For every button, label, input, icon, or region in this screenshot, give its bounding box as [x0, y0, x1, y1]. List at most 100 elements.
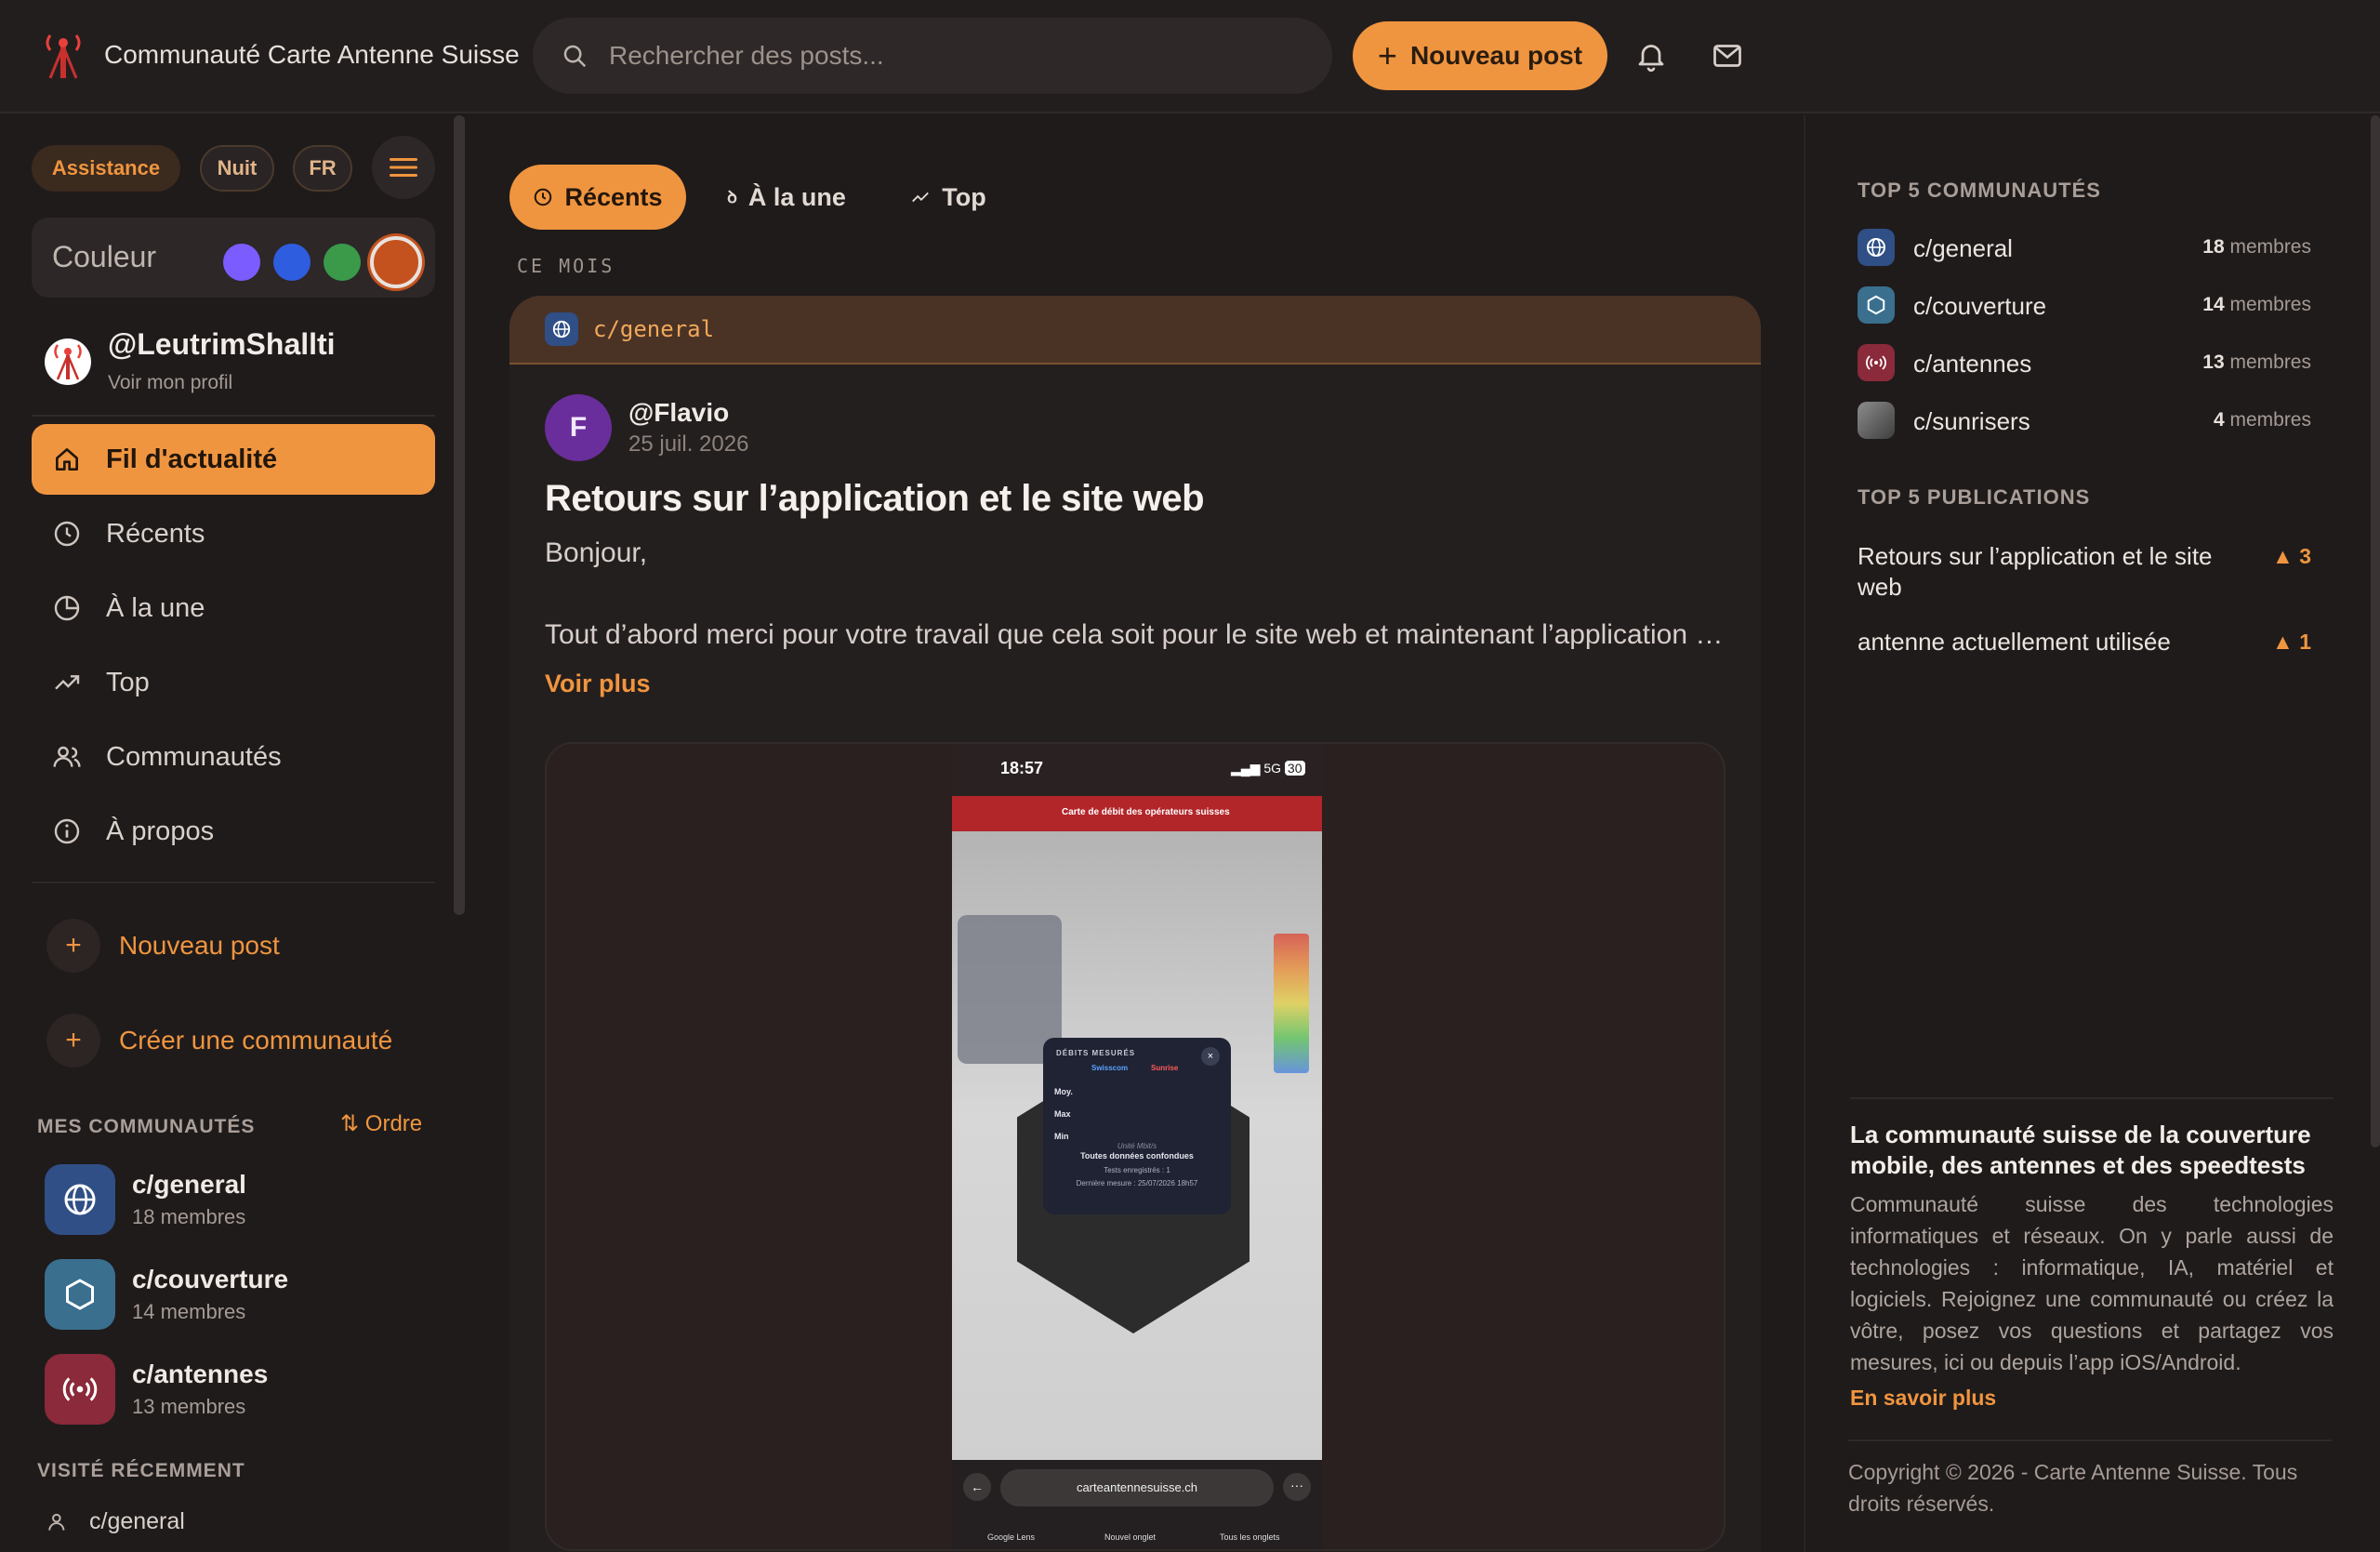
- nav-item-communities[interactable]: Communautés: [32, 722, 435, 792]
- color-label: Couleur: [52, 240, 157, 273]
- back-arrow-icon: ←: [963, 1473, 991, 1501]
- community-members: 4 membres: [2213, 409, 2311, 431]
- top-community-general[interactable]: c/general 18 membres: [1858, 227, 2311, 268]
- info-icon: [54, 818, 80, 844]
- top-community-antennes[interactable]: c/antennes 13 membres: [1858, 342, 2311, 383]
- popup-rows: Moy. Max Min: [1054, 1087, 1073, 1141]
- top-post-title: antenne actuellement utilisée: [1858, 628, 2171, 656]
- community-avatar: [45, 1354, 115, 1425]
- tab-recents[interactable]: Récents: [509, 165, 686, 230]
- community-name: c/couverture: [132, 1265, 289, 1293]
- nav-label: À la une: [106, 592, 205, 623]
- globe-icon: [545, 312, 578, 346]
- community-name: c/general: [132, 1170, 246, 1199]
- popup-unit: Unité Mbit/s: [1117, 1142, 1157, 1150]
- create-community-button[interactable]: + Créer une communauté: [46, 1014, 392, 1068]
- nav-item-featured[interactable]: À la une: [32, 573, 435, 643]
- community-members: 14 membres: [2202, 294, 2311, 315]
- nav-item-feed[interactable]: Fil d'actualité: [32, 424, 435, 495]
- new-post-button[interactable]: + Nouveau post: [1353, 21, 1607, 90]
- language-button[interactable]: FR: [293, 145, 352, 192]
- community-avatar: [45, 1259, 115, 1330]
- profile-username[interactable]: @LeutrimShallti: [108, 327, 336, 362]
- color-swatch-green[interactable]: [324, 244, 361, 281]
- top-post-item[interactable]: Retours sur l’application et le site web…: [1858, 541, 2311, 603]
- community-name: c/sunrisers: [1913, 407, 2030, 435]
- top-community-sunrisers[interactable]: c/sunrisers 4 membres: [1858, 400, 2311, 441]
- phone-nav-tabs: Tous les onglets: [1220, 1532, 1280, 1542]
- color-swatch-violet[interactable]: [223, 244, 260, 281]
- nav-item-top[interactable]: Top: [32, 647, 435, 718]
- assistance-button[interactable]: Assistance: [32, 145, 180, 192]
- nav-label: À propos: [106, 816, 215, 846]
- broadcast-icon: [62, 1377, 98, 1401]
- post-community-name[interactable]: c/general: [593, 316, 714, 342]
- nav-label: Communautés: [106, 741, 282, 772]
- top-bar: Communauté Carte Antenne Suisse Recherch…: [0, 0, 2380, 113]
- post-title[interactable]: Retours sur l’application et le site web: [545, 478, 1205, 520]
- user-icon: [48, 1513, 65, 1531]
- nav-label: Fil d'actualité: [106, 444, 278, 474]
- post-community-header[interactable]: c/general: [509, 296, 1761, 365]
- order-button[interactable]: ⇅ Ordre: [340, 1110, 422, 1137]
- my-communities-title: MES COMMUNAUTÉS: [37, 1116, 256, 1137]
- recent-item-label: c/general: [89, 1508, 185, 1534]
- learn-more-link[interactable]: En savoir plus: [1850, 1386, 2334, 1411]
- color-swatch-orange-selected[interactable]: [370, 236, 422, 288]
- home-icon: [56, 448, 78, 471]
- about-heading: La communauté suisse de la couverture mo…: [1850, 1121, 2311, 1179]
- popup-op1: Swisscom: [1091, 1064, 1129, 1072]
- view-profile-link[interactable]: Voir mon profil: [108, 372, 232, 394]
- author-avatar[interactable]: F: [545, 394, 612, 461]
- nav-item-recents[interactable]: Récents: [32, 498, 435, 569]
- see-more-link[interactable]: Voir plus: [545, 670, 651, 698]
- phone-status-bar: 18:57 ▂▄▆ 5G 30: [952, 744, 1322, 796]
- app-title[interactable]: Communauté Carte Antenne Suisse: [104, 40, 520, 70]
- phone-browser-bar: ← carteantennesuisse.ch ··· Google Lens …: [952, 1460, 1322, 1549]
- new-post-label: Nouveau post: [1409, 41, 1583, 70]
- post-author[interactable]: @Flavio: [628, 398, 729, 428]
- popup-tests: Tests enregistrés : 1: [1104, 1166, 1170, 1174]
- community-avatar: [45, 1164, 115, 1235]
- recent-item-general[interactable]: c/general: [46, 1508, 185, 1535]
- flame-icon: ꝺ: [727, 188, 737, 206]
- sidebar-scrollbar[interactable]: [454, 115, 465, 915]
- tab-top[interactable]: Top: [902, 165, 995, 230]
- right-scrollbar[interactable]: [2371, 115, 2380, 1147]
- plus-icon: +: [46, 919, 100, 973]
- clock-icon: [535, 188, 552, 206]
- post-date: 25 juil. 2026: [628, 431, 749, 457]
- nav-item-about[interactable]: À propos: [32, 796, 435, 867]
- top-post-item[interactable]: antenne actuellement utilisée ▲ 1: [1858, 627, 2311, 657]
- hexagon-icon: [1858, 286, 1895, 324]
- avatar[interactable]: [45, 338, 91, 385]
- phone-url: carteantennesuisse.ch: [1000, 1469, 1274, 1506]
- top-community-couverture[interactable]: c/couverture 14 membres: [1858, 285, 2311, 325]
- mail-icon[interactable]: [1711, 39, 1744, 73]
- community-members: 13 membres: [2202, 352, 2311, 373]
- bell-icon[interactable]: [1634, 39, 1668, 73]
- search-bar[interactable]: Rechercher des posts...: [533, 18, 1332, 94]
- top-post-votes: ▲ 3: [2272, 544, 2311, 568]
- phone-nav-new-tab: Nouvel onglet: [1104, 1532, 1157, 1542]
- menu-button[interactable]: [372, 136, 435, 199]
- sidebar-new-post-button[interactable]: + Nouveau post: [46, 919, 280, 973]
- tab-label: Récents: [564, 182, 663, 211]
- close-icon: ×: [1201, 1047, 1220, 1066]
- divider: [32, 415, 435, 417]
- globe-icon: [1858, 229, 1895, 266]
- community-name: c/antennes: [132, 1360, 269, 1388]
- plus-icon: +: [46, 1014, 100, 1068]
- post-image[interactable]: 18:57 ▂▄▆ 5G 30 Carte de débit des opéra…: [545, 742, 1726, 1551]
- tab-featured[interactable]: ꝺ À la une: [721, 165, 852, 230]
- color-swatch-blue[interactable]: [273, 244, 311, 281]
- nav-label: Top: [106, 667, 150, 697]
- search-input[interactable]: Rechercher des posts...: [609, 41, 884, 71]
- sort-icon: ⇅: [340, 1111, 360, 1136]
- community-members: 18 membres: [132, 1205, 246, 1228]
- community-members: 13 membres: [132, 1395, 246, 1418]
- copyright: Copyright © 2026 - Carte Antenne Suisse.…: [1848, 1460, 2298, 1516]
- antenna-logo-icon[interactable]: [43, 32, 84, 80]
- post-card[interactable]: c/general F @Flavio 25 juil. 2026 Retour…: [509, 296, 1761, 1552]
- night-mode-button[interactable]: Nuit: [200, 145, 274, 192]
